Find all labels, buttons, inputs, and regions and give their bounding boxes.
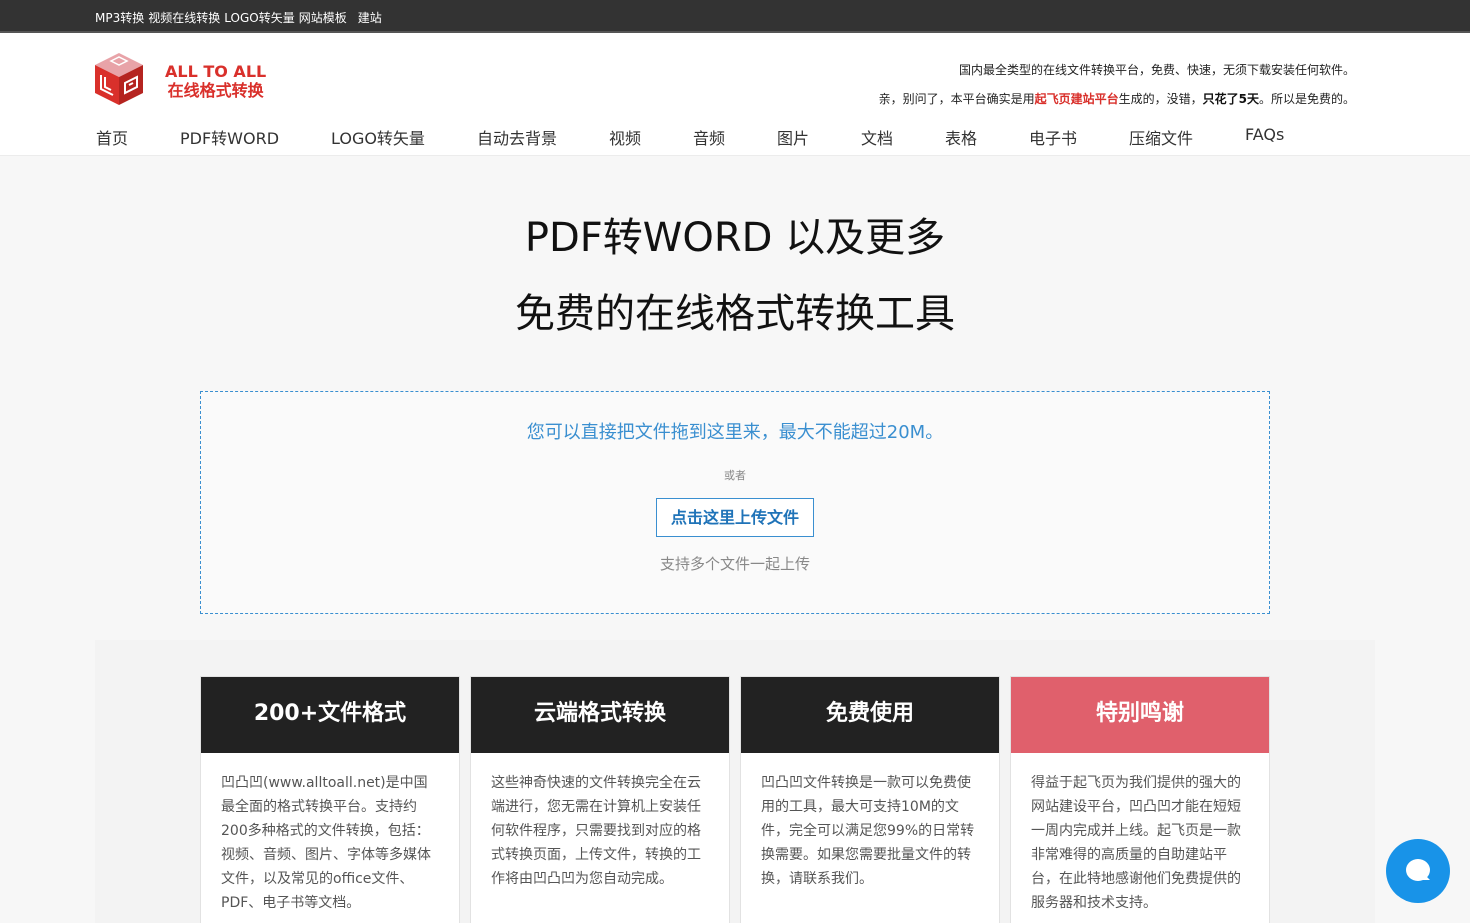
nav-item-pdf-to-word[interactable]: PDF转WORD xyxy=(180,125,279,149)
hero-title: PDF转WORD 以及更多 xyxy=(524,215,946,261)
feature-card-cloud: 云端格式转换 这些神奇快速的文件转换完全在云端进行，您无需在计算机上安装任何软件… xyxy=(470,676,730,923)
nav-item-faqs[interactable]: FAQs xyxy=(1245,125,1284,144)
hero-subtitle: 免费的在线格式转换工具 xyxy=(515,291,955,337)
notice-line-2: 亲，别问了，本平台确实是用起飞页建站平台生成的，没错，只花了5天。所以是免费的。 xyxy=(879,85,1355,114)
nav-item-image[interactable]: 图片 xyxy=(777,125,809,149)
logo-cube-icon[interactable] xyxy=(95,53,143,105)
top-bar: MP3转换 视频在线转换 LOGO转矢量 网站模板 建站 xyxy=(0,0,1470,33)
nav-item-ebook[interactable]: 电子书 xyxy=(1029,125,1077,149)
top-link-mp3[interactable]: MP3转换 xyxy=(95,11,144,25)
card-title: 免费使用 xyxy=(741,677,999,753)
header: ALL TO ALL 在线格式转换 国内最全类型的在线文件转换平台，免费、快速，… xyxy=(0,33,1470,156)
feature-card-free: 免费使用 凹凸凹文件转换是一款可以免费使用的工具，最大可支持10M的文件，完全可… xyxy=(740,676,1000,923)
notice-suffix: 。所以是免费的。 xyxy=(1258,92,1355,106)
top-link-templates[interactable]: 网站模板 xyxy=(299,11,347,25)
card-body: 凹凸凹(www.alltoall.net)是中国最全面的格式转换平台。支持约20… xyxy=(221,775,431,911)
notice-prefix: 亲，别问了，本平台确实是用 xyxy=(878,92,1035,106)
dropzone-multi-note: 支持多个文件一起上传 xyxy=(659,555,810,573)
top-link-build-site[interactable]: 建站 xyxy=(358,11,382,25)
card-title: 特别鸣谢 xyxy=(1011,677,1269,753)
chat-button[interactable] xyxy=(1386,839,1450,903)
nav-item-logo-vector[interactable]: LOGO转矢量 xyxy=(331,125,425,149)
logo-line-2: 在线格式转换 xyxy=(167,81,264,100)
top-link-video[interactable]: 视频在线转换 xyxy=(148,11,220,25)
feature-card-thanks: 特别鸣谢 得益于起飞页为我们提供的强大的网站建设平台，凹凸凹才能在短短一周内完成… xyxy=(1010,676,1270,923)
card-body: 这些神奇快速的文件转换完全在云端进行，您无需在计算机上安装任何软件程序，只需要找… xyxy=(491,775,701,887)
nav-item-video[interactable]: 视频 xyxy=(609,125,641,149)
card-body: 得益于起飞页为我们提供的强大的网站建设平台，凹凸凹才能在短短一周内完成并上线。起… xyxy=(1031,775,1241,911)
nav-item-document[interactable]: 文档 xyxy=(861,125,893,149)
card-title: 200+文件格式 xyxy=(201,677,459,753)
card-title: 云端格式转换 xyxy=(471,677,729,753)
nav-item-spreadsheet[interactable]: 表格 xyxy=(945,125,977,149)
site-notice: 国内最全类型的在线文件转换平台，免费、快速，无须下载安装任何软件。 亲，别问了，… xyxy=(879,56,1355,114)
dropzone-instruction: 您可以直接把文件拖到这里来，最大不能超过20M。 xyxy=(526,422,944,443)
logo-line-1: ALL TO ALL xyxy=(165,62,267,81)
top-link-logo[interactable]: LOGO转矢量 xyxy=(224,11,294,25)
notice-bold: 只花了5天 xyxy=(1202,92,1259,106)
card-body: 凹凸凹文件转换是一款可以免费使用的工具，最大可支持10M的文件，完全可以满足您9… xyxy=(761,775,975,887)
nav-item-remove-bg[interactable]: 自动去背景 xyxy=(477,125,557,149)
top-links: MP3转换 视频在线转换 LOGO转矢量 网站模板 建站 xyxy=(95,9,386,26)
nav-item-home[interactable]: 首页 xyxy=(96,125,128,149)
upload-button[interactable]: 点击这里上传文件 xyxy=(656,498,814,537)
notice-mid: 生成的，没错， xyxy=(1118,92,1203,106)
nav-item-audio[interactable]: 音频 xyxy=(693,125,725,149)
notice-line-1: 国内最全类型的在线文件转换平台，免费、快速，无须下载安装任何软件。 xyxy=(958,63,1355,77)
logo-text[interactable]: ALL TO ALL 在线格式转换 xyxy=(165,62,266,100)
dropzone-or: 或者 xyxy=(724,469,746,482)
notice-link[interactable]: 起飞页建站平台 xyxy=(1035,92,1119,106)
feature-card-formats: 200+文件格式 凹凸凹(www.alltoall.net)是中国最全面的格式转… xyxy=(200,676,460,923)
nav-item-archive[interactable]: 压缩文件 xyxy=(1129,125,1193,149)
file-dropzone[interactable]: 您可以直接把文件拖到这里来，最大不能超过20M。 或者 点击这里上传文件 支持多… xyxy=(200,391,1270,614)
